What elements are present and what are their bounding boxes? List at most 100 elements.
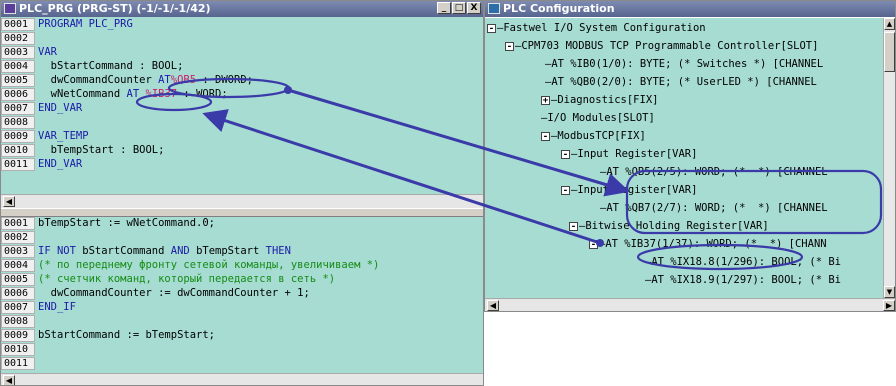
code-line[interactable]: dwCommandCounter := dwCommandCounter + 1… (38, 287, 310, 300)
collapse-icon[interactable]: - (561, 149, 570, 159)
maximize-button[interactable]: □ (452, 2, 466, 14)
tree-node[interactable]: - —Fastwel I/O System Configuration (487, 21, 706, 35)
tree-node-label: Bitwise Holding Register[VAR] (585, 220, 769, 232)
scroll-left-icon[interactable]: ◀ (487, 300, 499, 311)
code-token: : DWORD; (196, 74, 253, 86)
expand-icon[interactable]: + (541, 95, 550, 105)
scroll-left-icon[interactable]: ◀ (3, 196, 15, 207)
code-token: (* счетчик команд, который передается в … (38, 273, 336, 285)
code-token: dwCommandCounter := dwCommandCounter + 1… (38, 287, 310, 299)
config-tree[interactable]: - —Fastwel I/O System Configuration - —CPM7… (485, 18, 885, 298)
tree-node[interactable]: —AT %IX18.9(1/297): BOOL; (* Bi (645, 273, 841, 287)
code-token: bStartCommand : BOOL; (38, 60, 184, 72)
code-token: dwCommandCounter (38, 74, 159, 86)
tree-node[interactable]: + —Diagnostics[FIX] (541, 93, 658, 107)
code-token: : WORD; (177, 88, 228, 100)
code-token: VAR_TEMP (38, 130, 89, 142)
declaration-hscrollbar[interactable]: ◀ (1, 194, 483, 208)
declaration-pane[interactable]: 0001 PROGRAM PLC_PRG 0002 0003 VAR 0004 bStar… (1, 18, 483, 194)
line-number: 0007 (1, 102, 35, 115)
collapse-icon[interactable]: - (569, 221, 578, 231)
tree-node[interactable]: - —Input Register[VAR] (561, 147, 697, 161)
code-token: END_IF (38, 301, 76, 313)
code-line[interactable]: bTempStart := wNetCommand.0; (38, 217, 215, 230)
tree-node[interactable]: —AT %IB0(1/0): BYTE; (* Switches *) [CHA… (545, 57, 823, 71)
tree-node[interactable]: - —ModbusTCP[FIX] (541, 129, 646, 143)
code-token: END_VAR (38, 102, 83, 114)
code-line[interactable]: dwCommandCounter AT%QB5 : DWORD; (38, 74, 253, 87)
tree-node[interactable]: —AT %QB0(2/0): BYTE; (* UserLED *) [CHAN… (545, 75, 817, 89)
line-number: 0008 (1, 116, 35, 129)
tree-node[interactable]: —I/O Modules[SLOT] (541, 111, 655, 125)
code-token: %IB37 (139, 88, 178, 100)
tree-node[interactable]: —AT %QB7(2/7): WORD; (* *) [CHANNEL (600, 201, 828, 215)
tree-node-label: AT %IB0(1/0): BYTE; (* Switches *) [CHAN… (551, 58, 824, 70)
code-token: THEN (265, 245, 291, 257)
code-line[interactable]: bTempStart : BOOL; (38, 144, 165, 157)
scroll-left-icon[interactable]: ◀ (3, 375, 15, 385)
code-line[interactable]: VAR (38, 46, 57, 59)
code-token: bTempStart := wNetCommand.0; (38, 217, 216, 229)
tree-node-label: AT %QB0(2/0): BYTE; (* UserLED *) [CHANN… (551, 76, 817, 88)
line-number: 0008 (1, 315, 35, 328)
code-line[interactable]: (* по переднему фронту сетевой команды, … (38, 259, 379, 272)
plc-prg-editor-window: PLC_PRG (PRG-ST) (-1/-1/-1/42) _ □ X 000… (0, 0, 484, 386)
code-line[interactable]: wNetCommand AT %IB37 : WORD; (38, 88, 228, 101)
pane-splitter[interactable] (1, 208, 483, 217)
scroll-right-icon[interactable]: ▶ (883, 300, 895, 311)
line-number: 0006 (1, 88, 35, 101)
collapse-icon[interactable]: - (589, 239, 598, 249)
collapse-icon[interactable]: - (541, 131, 550, 141)
line-number: 0001 (1, 217, 35, 230)
tree-node[interactable]: - —CPM703 MODBUS TCP Programmable Control… (505, 39, 818, 53)
line-number: 0009 (1, 130, 35, 143)
code-line[interactable]: bStartCommand := bTempStart; (38, 329, 215, 342)
scroll-down-icon[interactable]: ▼ (884, 286, 895, 298)
line-number: 0006 (1, 287, 35, 300)
code-token: AT (158, 74, 171, 86)
tree-node[interactable]: - —Bitwise Holding Register[VAR] (569, 219, 769, 233)
config-title: PLC Configuration (503, 2, 615, 15)
collapse-icon[interactable]: - (487, 23, 496, 33)
tree-node[interactable]: - —Input Register[VAR] (561, 183, 697, 197)
config-hscrollbar[interactable]: ◀ ▶ (485, 298, 895, 311)
editor-titlebar[interactable]: PLC_PRG (PRG-ST) (-1/-1/-1/42) _ □ X (1, 1, 483, 17)
tree-node-label: Input Register[VAR] (577, 184, 698, 196)
scroll-thumb[interactable] (884, 32, 895, 72)
tree-node[interactable]: —AT %IX18.8(1/296): BOOL; (* Bi (645, 255, 841, 269)
line-number: 0011 (1, 158, 35, 171)
collapse-icon[interactable]: - (561, 185, 570, 195)
code-line[interactable]: END_VAR (38, 102, 82, 115)
line-number: 0004 (1, 60, 35, 73)
code-line[interactable]: END_VAR (38, 158, 82, 171)
line-number: 0007 (1, 301, 35, 314)
tree-node-label: AT %QB5(2/5): WORD; (* *) [CHANNEL (606, 166, 828, 178)
body-hscrollbar[interactable]: ◀ (1, 373, 483, 385)
tree-node-label: Input Register[VAR] (577, 148, 698, 160)
code-line[interactable]: VAR_TEMP (38, 130, 89, 143)
code-line[interactable]: END_IF (38, 301, 76, 314)
scroll-up-icon[interactable]: ▲ (884, 18, 895, 30)
code-line[interactable]: (* счетчик команд, который передается в … (38, 273, 335, 286)
line-number: 0002 (1, 231, 35, 244)
line-number: 0001 (1, 18, 35, 31)
config-titlebar[interactable]: PLC Configuration (485, 1, 895, 17)
code-line[interactable]: bStartCommand : BOOL; (38, 60, 184, 73)
collapse-icon[interactable]: - (505, 41, 514, 51)
code-token: bTempStart (196, 245, 266, 257)
tree-node-label: Diagnostics[FIX] (557, 94, 659, 106)
tree-node[interactable]: —AT %QB5(2/5): WORD; (* *) [CHANNEL (600, 165, 828, 179)
code-body-pane[interactable]: 0001 bTempStart := wNetCommand.0; 0002 0003… (1, 217, 483, 385)
code-token: bTempStart : BOOL; (38, 144, 165, 156)
close-button[interactable]: X (467, 2, 481, 14)
code-token: IF NOT (38, 245, 83, 257)
tree-node-label: CPM703 MODBUS TCP Programmable Controlle… (521, 40, 819, 52)
code-line[interactable]: PROGRAM PLC_PRG (38, 18, 133, 31)
line-number: 0003 (1, 245, 35, 258)
code-token: AT (126, 88, 140, 100)
minimize-button[interactable]: _ (437, 2, 451, 14)
config-vscrollbar[interactable]: ▲ ▼ (883, 18, 895, 298)
code-line[interactable]: IF NOT bStartCommand AND bTempStart THEN (38, 245, 291, 258)
tree-node[interactable]: - —AT %IB37(1/37): WORD; (* *) [CHANN (589, 237, 827, 251)
line-number: 0004 (1, 259, 35, 272)
